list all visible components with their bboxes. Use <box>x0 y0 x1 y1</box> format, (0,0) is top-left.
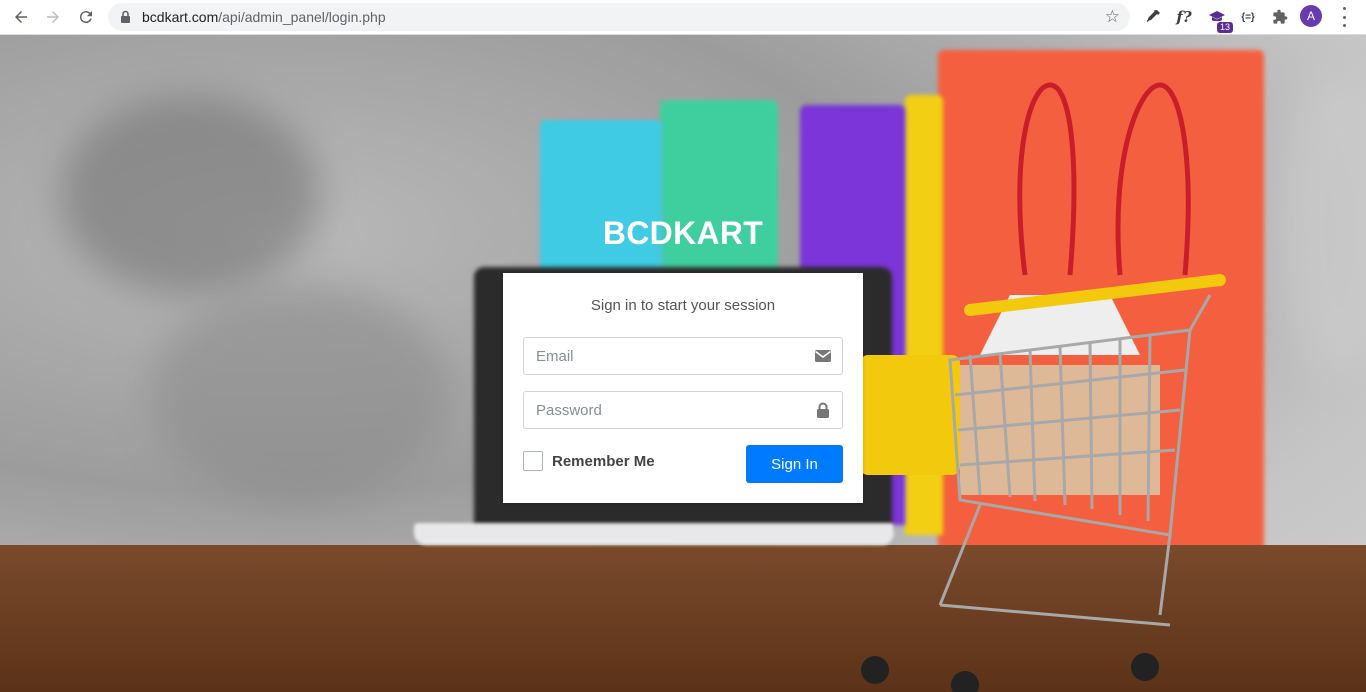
brand-title: BCDKART <box>602 215 764 251</box>
browser-toolbar: bcdkart.com/api/admin_panel/login.php ☆ … <box>0 0 1366 35</box>
shopping-cart-image <box>860 274 1226 692</box>
reload-icon <box>79 11 92 24</box>
profile-avatar[interactable]: A <box>1300 5 1322 27</box>
envelope-icon <box>815 350 831 362</box>
remember-checkbox[interactable] <box>523 451 543 471</box>
url-path: /api/admin_panel/login.php <box>218 9 386 25</box>
extensions-button[interactable] <box>1268 5 1292 29</box>
email-field <box>523 337 843 375</box>
eyedropper-extension[interactable] <box>1141 5 1165 29</box>
sign-in-button[interactable]: Sign In <box>746 445 843 483</box>
back-icon <box>15 11 27 23</box>
url-host: bcdkart.com <box>142 9 219 25</box>
lock-icon <box>121 10 130 23</box>
forward-button[interactable] <box>41 5 65 29</box>
address-bar[interactable]: bcdkart.com/api/admin_panel/login.php ☆ <box>108 3 1130 31</box>
email-input[interactable] <box>524 338 828 374</box>
fx-extension[interactable]: f? <box>1172 5 1196 29</box>
password-input[interactable] <box>524 392 828 428</box>
url-text: bcdkart.com/api/admin_panel/login.php <box>142 9 386 25</box>
eyedropper-icon <box>1146 10 1160 22</box>
login-message: Sign in to start your session <box>590 297 776 314</box>
star-icon[interactable]: ☆ <box>1105 8 1120 25</box>
padlock-icon <box>817 402 829 418</box>
graduation-extension[interactable]: 13 <box>1205 5 1233 33</box>
reload-button[interactable] <box>74 5 98 29</box>
extension-badge: 13 <box>1216 22 1233 33</box>
forward-icon <box>47 11 59 23</box>
back-button[interactable] <box>9 5 33 29</box>
login-card: Sign in to start your session Remember M… <box>503 273 863 503</box>
json-extension[interactable]: {=} <box>1236 5 1260 29</box>
menu-dots-icon[interactable] <box>1336 7 1352 27</box>
extension-puzzle-icon <box>1273 9 1288 24</box>
remember-me: Remember Me <box>523 451 655 471</box>
password-field <box>523 391 843 429</box>
remember-label[interactable]: Remember Me <box>552 453 655 470</box>
